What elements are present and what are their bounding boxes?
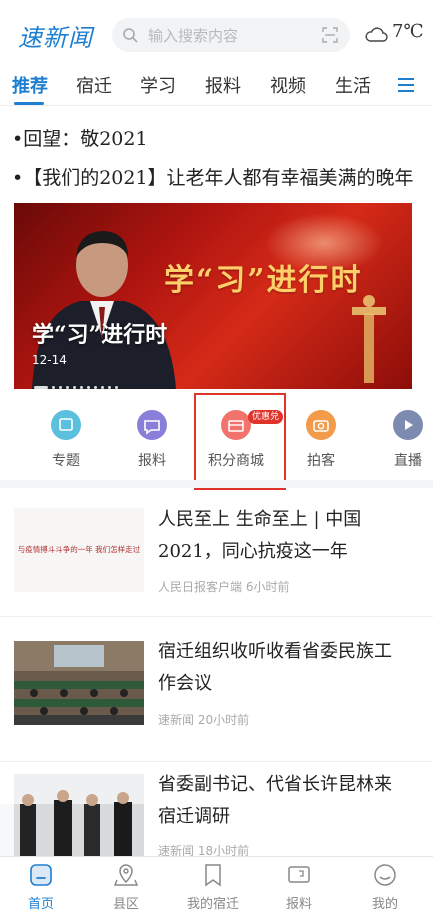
news-time: 20小时前: [197, 713, 250, 727]
news-source: 人民日报客户端: [158, 580, 243, 594]
home-icon: [30, 864, 52, 886]
news-title: 省委副书记、代省长许昆林来宿迁调研: [158, 774, 392, 827]
quick-item-label: 专题: [52, 453, 80, 469]
nav-label: 县区: [112, 897, 139, 912]
camera-icon: [306, 410, 336, 440]
section-divider: [0, 480, 433, 488]
banner-date: 12-14: [32, 353, 67, 367]
scan-icon[interactable]: [322, 27, 338, 43]
my-suqian-icon: [205, 864, 221, 887]
profile-icon: [374, 864, 396, 886]
nav-label: 首页: [27, 897, 54, 912]
carousel-dot[interactable]: [115, 386, 118, 389]
quick-item-report[interactable]: 报料: [122, 410, 182, 470]
carousel-dot[interactable]: [101, 386, 104, 389]
carousel-dot[interactable]: [73, 386, 76, 389]
tab-study[interactable]: 学习: [140, 72, 176, 98]
search-icon: [123, 28, 138, 43]
nav-report[interactable]: 报料: [264, 863, 334, 912]
banner-big-title: 学“习”进行时: [164, 263, 363, 298]
report-icon: [137, 410, 167, 440]
carousel-dot[interactable]: [94, 386, 97, 389]
quick-item-label: 拍客: [307, 453, 335, 469]
tab-suqian[interactable]: 宿迁: [76, 72, 112, 98]
weather-temperature: 7℃: [392, 21, 424, 42]
cloud-icon: [365, 27, 388, 42]
news-item[interactable]: 宿迁组织收听收看省委民族工作会议 速新闻 20小时前: [0, 617, 433, 761]
discount-badge: 优惠兑: [248, 410, 284, 424]
active-tab-indicator: [14, 102, 44, 105]
meeting-room-image: [14, 641, 144, 725]
news-thumbnail: 与疫情搏斗斗争的一年 我们怎样走过: [14, 508, 144, 592]
app-header: 速新闻 输入搜索内容 7℃: [0, 0, 433, 66]
news-item[interactable]: 省委副书记、代省长许昆林来宿迁调研 速新闻 18小时前: [0, 762, 433, 858]
tab-report[interactable]: 报料: [205, 72, 241, 98]
topic-icon: [51, 410, 81, 440]
nav-label: 报料: [285, 897, 312, 912]
news-item[interactable]: 与疫情搏斗斗争的一年 我们怎样走过 人民至上 生命至上 | 中国2021，同心抗…: [0, 488, 433, 616]
search-placeholder: 输入搜索内容: [148, 27, 239, 45]
banner-carousel[interactable]: 学“习”进行时 学“习”进行时 12-14: [14, 203, 412, 389]
highlight-annotation-box: [194, 393, 286, 490]
carousel-dot[interactable]: [80, 386, 83, 389]
menu-icon[interactable]: [396, 76, 416, 94]
quick-item-label: 直播: [394, 453, 422, 469]
app-logo[interactable]: 速新闻: [18, 18, 93, 53]
nav-profile[interactable]: 我的: [350, 863, 420, 912]
news-title: 宿迁组织收听收看省委民族工作会议: [158, 641, 392, 694]
county-icon: [113, 864, 139, 886]
headline-item[interactable]: •回望：敬2021: [12, 124, 148, 151]
news-time: 6小时前: [245, 580, 290, 594]
carousel-dot[interactable]: [34, 386, 48, 389]
carousel-dot[interactable]: [52, 386, 55, 389]
carousel-dot[interactable]: [87, 386, 90, 389]
news-thumbnail: [14, 641, 144, 725]
tab-life[interactable]: 生活: [335, 72, 371, 98]
channel-tabs: 推荐 宿迁 学习 报料 视频 生活: [0, 66, 433, 106]
carousel-indicator: [34, 377, 122, 389]
headline-item[interactable]: •【我们的2021】让老年人都有幸福美满的晚年: [12, 163, 414, 190]
nav-label: 我的: [371, 897, 398, 912]
bottom-nav: 首页 县区 我的宿迁 报料 我的: [0, 856, 433, 920]
nav-label: 我的宿迁: [186, 897, 239, 912]
carousel-dot[interactable]: [59, 386, 62, 389]
news-meta: 人民日报客户端 6小时前: [158, 578, 289, 595]
search-bar[interactable]: 输入搜索内容: [112, 18, 350, 52]
nav-home[interactable]: 首页: [6, 863, 76, 912]
quick-item-live[interactable]: 直播: [378, 410, 433, 470]
live-icon: [393, 410, 423, 440]
news-thumbnail: [14, 774, 144, 858]
quick-item-camera[interactable]: 拍客: [291, 410, 351, 470]
quick-item-label: 报料: [138, 453, 166, 469]
anti-epidemic-poster-image: 与疫情搏斗斗争的一年 我们怎样走过: [14, 508, 144, 592]
news-source: 速新闻: [158, 713, 195, 727]
banner-caption: 学“习”进行时: [32, 322, 168, 348]
carousel-dot[interactable]: [108, 386, 111, 389]
news-title: 人民至上 生命至上 | 中国2021，同心抗疫这一年: [158, 509, 362, 562]
report-nav-icon: [288, 866, 310, 883]
thumb-text: 与疫情搏斗斗争的一年 我们怎样走过: [18, 544, 141, 554]
nav-my-suqian[interactable]: 我的宿迁: [178, 863, 248, 912]
quick-item-topic[interactable]: 专题: [36, 410, 96, 470]
inspection-visit-image: [14, 774, 144, 858]
tab-recommend[interactable]: 推荐: [12, 72, 48, 98]
nav-county[interactable]: 县区: [91, 863, 161, 912]
news-meta: 速新闻 20小时前: [158, 711, 249, 728]
carousel-dot[interactable]: [66, 386, 69, 389]
huabiao-pillar-image: [352, 295, 386, 383]
tab-video[interactable]: 视频: [270, 72, 306, 98]
